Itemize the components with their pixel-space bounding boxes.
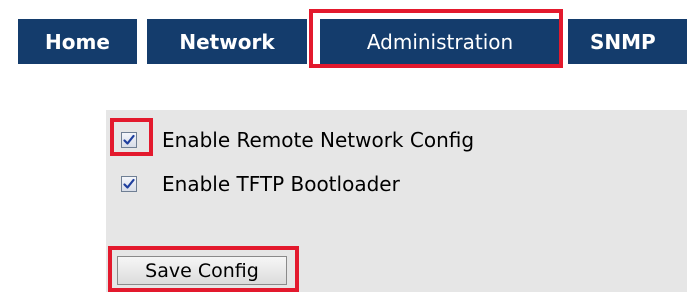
remote-config-label: Enable Remote Network Config <box>162 128 475 152</box>
tab-home-label: Home <box>45 29 110 54</box>
tab-network[interactable]: Network <box>147 19 307 64</box>
tab-snmp[interactable]: SNMP <box>568 19 687 64</box>
page: Home Network Administration SNMP Enable … <box>0 0 687 292</box>
tab-network-label: Network <box>179 29 275 54</box>
save-config-button[interactable]: Save Config <box>117 256 287 285</box>
remote-config-checkbox[interactable] <box>121 132 137 148</box>
tab-administration-label: Administration <box>366 29 514 54</box>
tab-administration[interactable]: Administration <box>320 19 560 64</box>
tab-snmp-label: SNMP <box>590 29 656 54</box>
tab-home[interactable]: Home <box>18 19 137 64</box>
checkmark-icon <box>123 134 135 145</box>
checkmark-icon <box>123 178 135 189</box>
tftp-bootloader-label: Enable TFTP Bootloader <box>162 172 400 196</box>
tftp-bootloader-checkbox[interactable] <box>121 176 137 192</box>
